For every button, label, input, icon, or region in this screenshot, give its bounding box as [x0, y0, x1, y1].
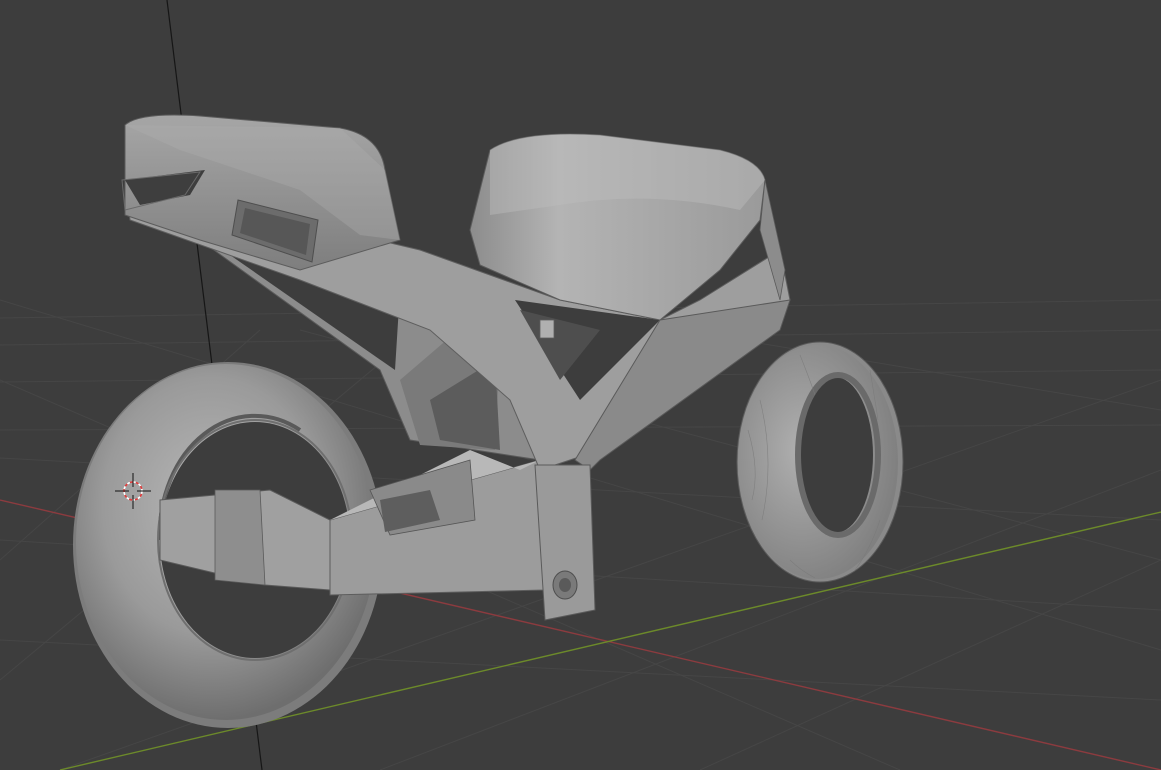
3d-viewport[interactable]: [0, 0, 1161, 770]
viewport-canvas[interactable]: [0, 0, 1161, 770]
front-tire[interactable]: [736, 341, 904, 583]
